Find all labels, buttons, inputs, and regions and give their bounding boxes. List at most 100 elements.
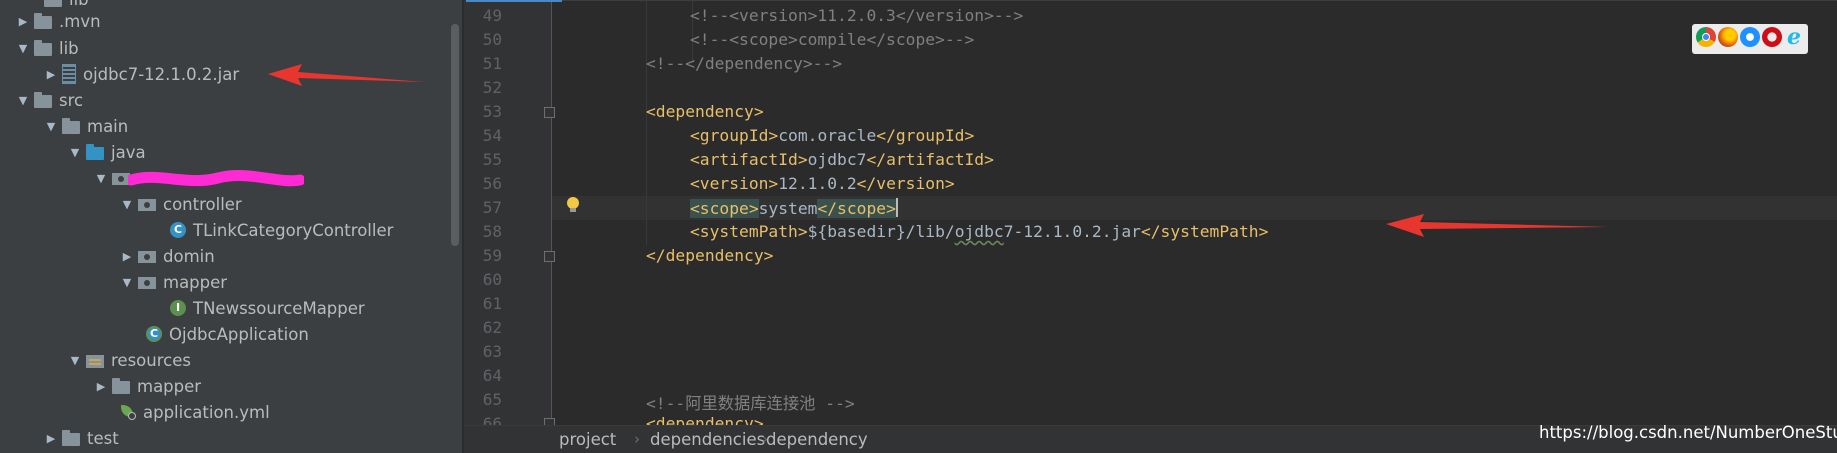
tree-item-main[interactable]: ▼ main	[40, 113, 128, 139]
folder-icon	[34, 39, 52, 56]
tree-item-tlinkcategorycontroller[interactable]: C TLinkCategoryController	[148, 217, 393, 243]
resources-folder-icon	[86, 354, 104, 368]
tree-item-src[interactable]: ▼ src	[12, 87, 83, 113]
folder-icon	[34, 12, 52, 29]
tree-item-label: mapper	[137, 376, 202, 396]
code-line-65[interactable]: <!--阿里数据库连接池 -->	[646, 390, 855, 414]
breadcrumb-dependency[interactable]: dependency	[766, 430, 868, 449]
opera-icon[interactable]	[1762, 27, 1782, 47]
tree-item-label: ojdbc7-12.1.0.2.jar	[83, 64, 240, 84]
fold-marker-icon[interactable]	[544, 107, 555, 118]
folder-icon	[112, 377, 130, 394]
browser-preview-toolbar: e	[1692, 24, 1808, 54]
code-line-50[interactable]: <!--<scope>compile</scope>-->	[690, 30, 974, 49]
tree-item-label: OjdbcApplication	[169, 324, 309, 344]
line-number: 64	[482, 366, 502, 385]
tree-scrollbar[interactable]	[451, 24, 459, 246]
line-number: 57	[482, 198, 502, 217]
source-folder-icon	[86, 143, 104, 160]
fold-marker-icon[interactable]	[544, 251, 555, 262]
breadcrumb-separator: ›	[634, 430, 640, 448]
tree-item-ojdbcapplication[interactable]: C OjdbcApplication	[124, 321, 309, 347]
tree-item-tnewssourcemapper[interactable]: I TNewssourceMapper	[148, 295, 365, 321]
tree-item-label: lib	[59, 38, 79, 58]
interface-icon: I	[170, 300, 186, 316]
line-number: 62	[482, 318, 502, 337]
folder-icon	[44, 0, 62, 7]
chrome-icon[interactable]	[1696, 27, 1716, 47]
line-number: 51	[482, 54, 502, 73]
collapse-arrow-icon[interactable]: ▼	[64, 146, 86, 159]
code-line-57[interactable]: <scope>system</scope>	[690, 198, 898, 218]
collapse-arrow-icon[interactable]: ▼	[40, 120, 62, 133]
line-number: 54	[482, 126, 502, 145]
breadcrumb-project[interactable]: project	[559, 430, 616, 449]
tree-item-label: main	[87, 116, 129, 136]
tree-item-domin[interactable]: ▶ domin	[116, 243, 215, 269]
firefox-icon[interactable]	[1718, 27, 1738, 47]
expand-arrow-icon[interactable]: ▶	[90, 380, 112, 393]
package-icon	[138, 199, 156, 211]
code-line-49[interactable]: <!--<version>11.2.0.3</version>-->	[690, 6, 1023, 25]
line-number: 58	[482, 222, 502, 241]
tree-item-resources[interactable]: ▼ resources	[64, 347, 191, 373]
code-line-55[interactable]: <artifactId>ojdbc7</artifactId>	[690, 150, 994, 169]
collapse-arrow-icon[interactable]: ▼	[116, 198, 138, 211]
code-line-54[interactable]: <groupId>com.oracle</groupId>	[690, 126, 974, 145]
ie-icon[interactable]: e	[1784, 26, 1804, 48]
tree-item-test[interactable]: ▶ test	[40, 425, 119, 451]
code-line-51[interactable]: <!--</dependency>-->	[646, 54, 842, 73]
tree-item-label: java	[111, 142, 146, 162]
safari-icon[interactable]	[1740, 27, 1760, 47]
collapse-arrow-icon[interactable]: ▼	[12, 42, 34, 55]
redaction-scribble	[128, 170, 304, 187]
tree-item-label: test	[87, 428, 119, 448]
lightbulb-icon[interactable]	[566, 197, 580, 213]
editor-tab-indicator	[466, 0, 562, 2]
line-number: 61	[482, 294, 502, 313]
watermark-url: https://blog.csdn.net/NumberOneStudent	[1539, 423, 1837, 442]
text-caret	[895, 198, 898, 217]
line-number: 53	[482, 102, 502, 121]
tree-item-java[interactable]: ▼ java	[64, 139, 146, 165]
expand-arrow-icon[interactable]: ▶	[40, 68, 62, 81]
collapse-arrow-icon[interactable]: ▼	[116, 276, 138, 289]
tree-item-controller[interactable]: ▼ controller	[116, 191, 242, 217]
package-icon	[138, 277, 156, 289]
line-number: 60	[482, 270, 502, 289]
tree-item-ojdbc-jar[interactable]: ▶ ojdbc7-12.1.0.2.jar	[40, 61, 239, 87]
tree-item-lib[interactable]: ▼ lib	[12, 35, 79, 61]
code-line-59[interactable]: </dependency>	[646, 246, 773, 265]
package-icon	[138, 251, 156, 263]
folder-icon	[62, 117, 80, 134]
line-number: 50	[482, 30, 502, 49]
code-line-58[interactable]: <systemPath>${basedir}/lib/ojdbc7-12.1.0…	[690, 222, 1268, 241]
line-number: 52	[482, 78, 502, 97]
code-line-53[interactable]: <dependency>	[646, 102, 764, 121]
line-number: 63	[482, 342, 502, 361]
tree-item-label: TLinkCategoryController	[193, 220, 394, 240]
collapse-arrow-icon[interactable]: ▼	[12, 94, 34, 107]
line-number: 49	[482, 6, 502, 25]
annotation-arrow-systempath	[1386, 214, 1608, 237]
breadcrumb-dependencies[interactable]: dependencies	[650, 430, 765, 449]
folder-icon	[34, 91, 52, 108]
expand-arrow-icon[interactable]: ▶	[40, 432, 62, 445]
expand-arrow-icon[interactable]: ▶	[12, 15, 34, 28]
line-number: 59	[482, 246, 502, 265]
expand-arrow-icon[interactable]: ▶	[116, 250, 138, 263]
tree-item-label: controller	[163, 194, 242, 214]
tree-item-label: src	[59, 90, 84, 110]
tree-item-label: mapper	[163, 272, 228, 292]
tree-item-mapper-folder[interactable]: ▶ mapper	[90, 373, 201, 399]
collapse-arrow-icon[interactable]: ▼	[90, 172, 112, 185]
tree-item-label: TNewssourceMapper	[193, 298, 365, 318]
tree-item-mapper-package[interactable]: ▼ mapper	[116, 269, 227, 295]
tree-item-mvn[interactable]: ▶ .mvn	[12, 8, 101, 34]
spring-yml-icon	[120, 404, 136, 420]
tree-item-application-yml[interactable]: application.yml	[98, 399, 270, 425]
spring-app-icon: C	[146, 326, 162, 342]
code-line-56[interactable]: <version>12.1.0.2</version>	[690, 174, 955, 193]
tree-item-label: domin	[163, 246, 215, 266]
collapse-arrow-icon[interactable]: ▼	[64, 354, 86, 367]
